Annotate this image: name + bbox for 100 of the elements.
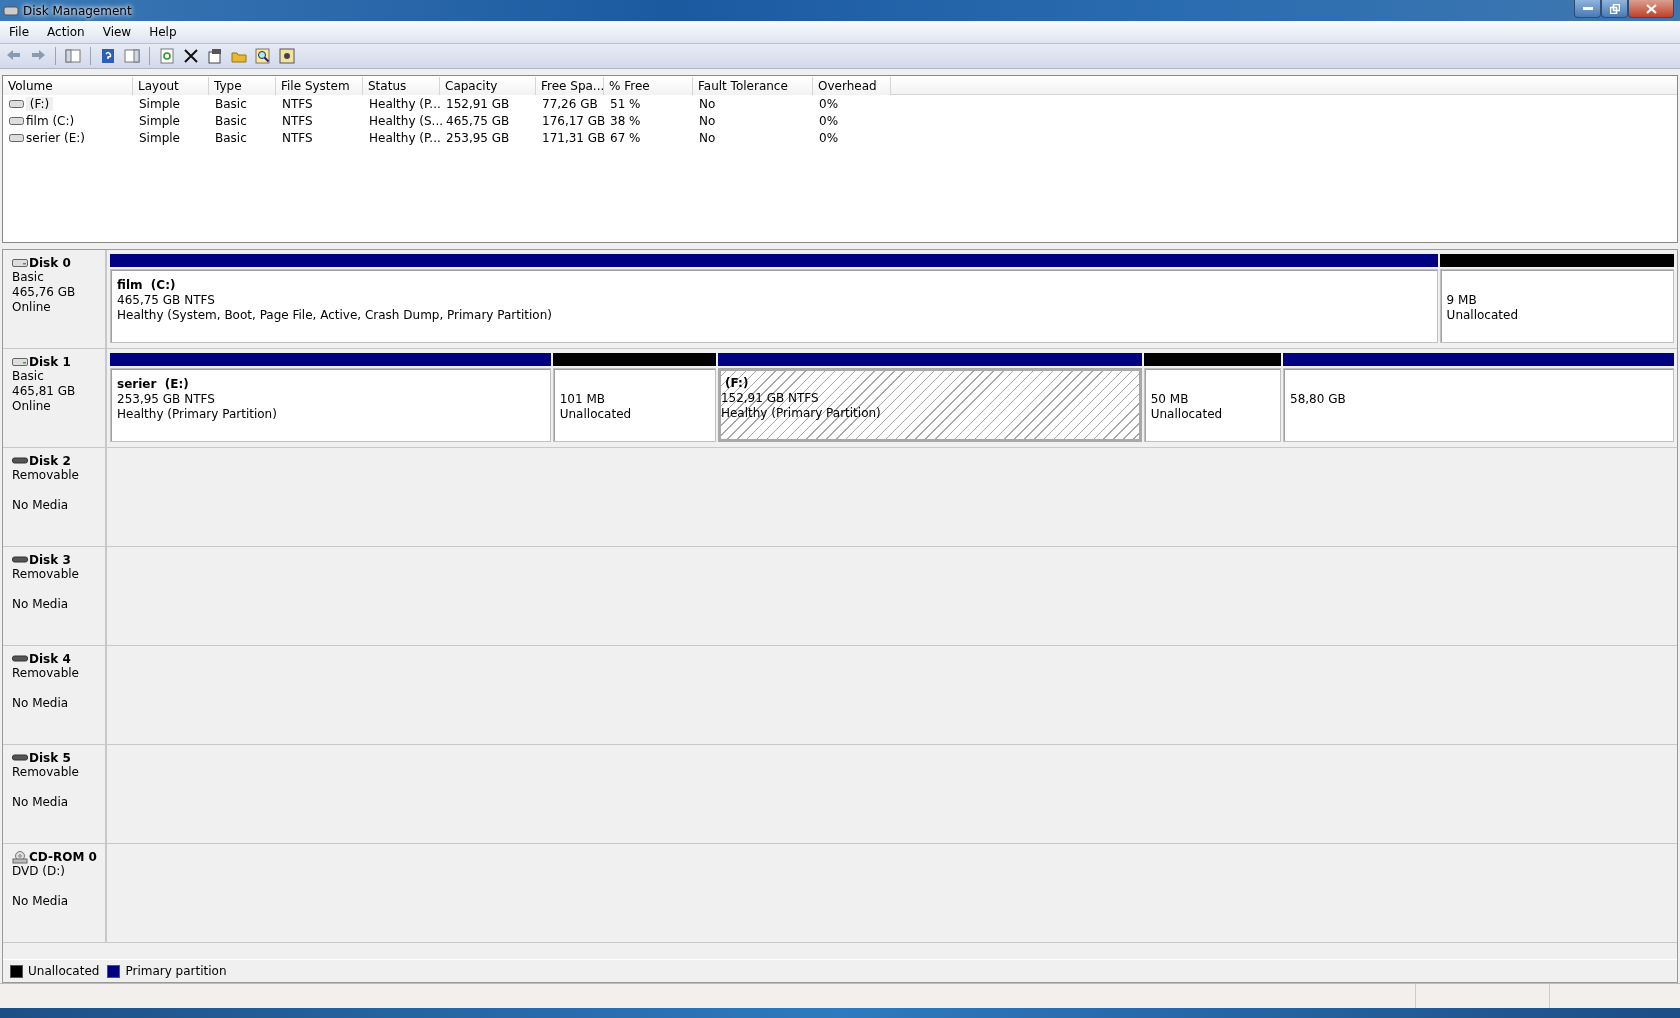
disk-info: Online — [12, 300, 52, 315]
table-cell-text: Basic — [214, 113, 248, 128]
disk-info: 465,76 GB — [12, 285, 77, 300]
disk-app-icon — [3, 3, 19, 18]
minimize-icon — [1582, 6, 1593, 11]
table-cell-text: 67 % — [609, 130, 642, 145]
removable-drive-icon — [12, 655, 28, 663]
disk-info: Basic — [12, 270, 45, 285]
partition-name: film (C:) — [117, 278, 177, 293]
partition-block[interactable]: serier (E:) 253,95 GB NTFS Healthy (Primary Partition) — [110, 368, 551, 442]
menu-item[interactable]: Help — [140, 25, 186, 39]
disk-info: No Media — [12, 597, 70, 612]
column-header[interactable]: Type — [209, 76, 276, 95]
close-button[interactable] — [1628, 0, 1674, 18]
table-cell-text: Basic — [214, 130, 248, 145]
column-header[interactable]: Overhead — [813, 76, 891, 95]
magnifier-icon[interactable] — [253, 46, 273, 66]
partition-info: 50 MB — [1150, 392, 1190, 407]
partition-info: Healthy (System, Boot, Page File, Active, Crash Dump, Primary Partition) — [117, 308, 553, 323]
hard-drive-icon — [12, 357, 28, 367]
volume-name[interactable]: (F:) — [26, 96, 54, 111]
action-pane-icon[interactable] — [122, 46, 142, 66]
table-cell-text: Healthy (P... — [368, 130, 440, 145]
column-header[interactable]: % Free — [604, 76, 693, 95]
partition-block[interactable]: 50 MB Unallocated — [1143, 368, 1281, 442]
menu-item[interactable]: View — [93, 25, 141, 39]
column-header[interactable]: File System — [276, 76, 363, 95]
hard-drive-icon — [9, 116, 24, 125]
table-cell-text: NTFS — [281, 130, 314, 145]
table-cell-text: 0% — [818, 113, 840, 128]
table-cell-text: NTFS — [281, 96, 314, 111]
table-cell-text: 176,17 GB — [541, 113, 604, 128]
table-cell-text: 0% — [818, 96, 840, 111]
partition-info: 152,91 GB NTFS — [720, 391, 820, 406]
disk-info: No Media — [12, 498, 70, 513]
disk-name: Disk 0 — [29, 256, 71, 270]
minimize-button[interactable] — [1574, 0, 1601, 18]
disk-info: 465,81 GB — [12, 384, 77, 399]
column-header[interactable]: Status — [363, 76, 440, 95]
disk-info: Removable — [12, 567, 80, 582]
partition-name: (F:) — [724, 376, 750, 391]
disk-name: Disk 1 — [29, 355, 71, 369]
partition-info: Unallocated — [1446, 308, 1519, 323]
table-cell-text: No — [698, 96, 717, 111]
table-cell-text: 253,95 GB — [445, 130, 511, 145]
close-icon — [1645, 3, 1657, 14]
partition-info: Healthy (Primary Partition) — [117, 407, 278, 422]
column-header[interactable]: Free Spa... — [536, 76, 604, 95]
table-cell-text: Healthy (P... — [368, 96, 440, 111]
disk-name: Disk 3 — [29, 553, 71, 567]
disk-info: Removable — [12, 666, 80, 681]
disk-info: Removable — [12, 765, 80, 780]
table-cell-text: Simple — [138, 96, 181, 111]
volume-name[interactable]: film (C:) — [26, 113, 79, 128]
table-cell-text: No — [698, 113, 717, 128]
disk-info: No Media — [12, 696, 70, 711]
removable-drive-icon — [12, 754, 28, 762]
table-cell-text: Simple — [138, 130, 181, 145]
window-title: Disk Management — [23, 3, 132, 18]
restore-button[interactable] — [1601, 0, 1628, 18]
column-header[interactable]: Volume — [3, 76, 133, 95]
table-cell-text: 51 % — [609, 96, 642, 111]
console-tree-icon[interactable] — [63, 46, 83, 66]
hard-drive-icon — [12, 258, 28, 268]
table-cell-text: 38 % — [609, 113, 642, 128]
partition-block[interactable]: 9 MB Unallocated — [1439, 269, 1674, 343]
partition-info: 9 MB — [1446, 293, 1478, 308]
menu-item[interactable]: Action — [38, 25, 94, 39]
table-cell-text: Simple — [138, 113, 181, 128]
table-cell-text: 465,75 GB — [445, 113, 511, 128]
disk-name: CD-ROM 0 — [29, 850, 97, 864]
column-header[interactable]: Fault Tolerance — [693, 76, 813, 95]
partition-info: 253,95 GB NTFS — [117, 392, 216, 407]
table-cell-text: Basic — [214, 96, 248, 111]
partition-info: 465,75 GB NTFS — [117, 293, 216, 308]
partition-block[interactable]: film (C:) 465,75 GB NTFS Healthy (System, Boot, Page File, Active, Crash Dump, Primary Partition) — [110, 269, 1438, 343]
partition-info: 101 MB — [559, 392, 607, 407]
partition-info: Unallocated — [559, 407, 633, 422]
column-header[interactable]: Layout — [133, 76, 209, 95]
partition-info: 58,80 GB — [1290, 392, 1347, 407]
column-header[interactable]: Capacity — [440, 76, 536, 95]
cd-drive-icon — [12, 850, 28, 864]
table-cell-text: 171,31 GB — [541, 130, 604, 145]
hard-drive-icon — [9, 99, 24, 108]
disk-info: Online — [12, 399, 52, 414]
table-cell-text: No — [698, 130, 717, 145]
disk-name: Disk 4 — [29, 652, 71, 666]
disk-info: DVD (D:) — [12, 864, 66, 879]
disk-info: Removable — [12, 468, 80, 483]
disk-name: Disk 5 — [29, 751, 71, 765]
table-cell-text: 0% — [818, 130, 840, 145]
menu-item[interactable]: File — [0, 25, 39, 39]
partition-block[interactable]: (F:) 152,91 GB NTFS Healthy (Primary Partition) — [717, 368, 1142, 442]
partition-block[interactable]: 101 MB Unallocated — [552, 368, 716, 442]
partition-block[interactable]: 58,80 GB — [1283, 368, 1674, 442]
disk-name: Disk 2 — [29, 454, 71, 468]
volume-name[interactable]: serier (E:) — [26, 130, 90, 145]
partition-info: Unallocated — [1150, 407, 1224, 422]
partition-name: serier (E:) — [117, 377, 190, 392]
table-cell-text: Healthy (S... — [368, 113, 440, 128]
